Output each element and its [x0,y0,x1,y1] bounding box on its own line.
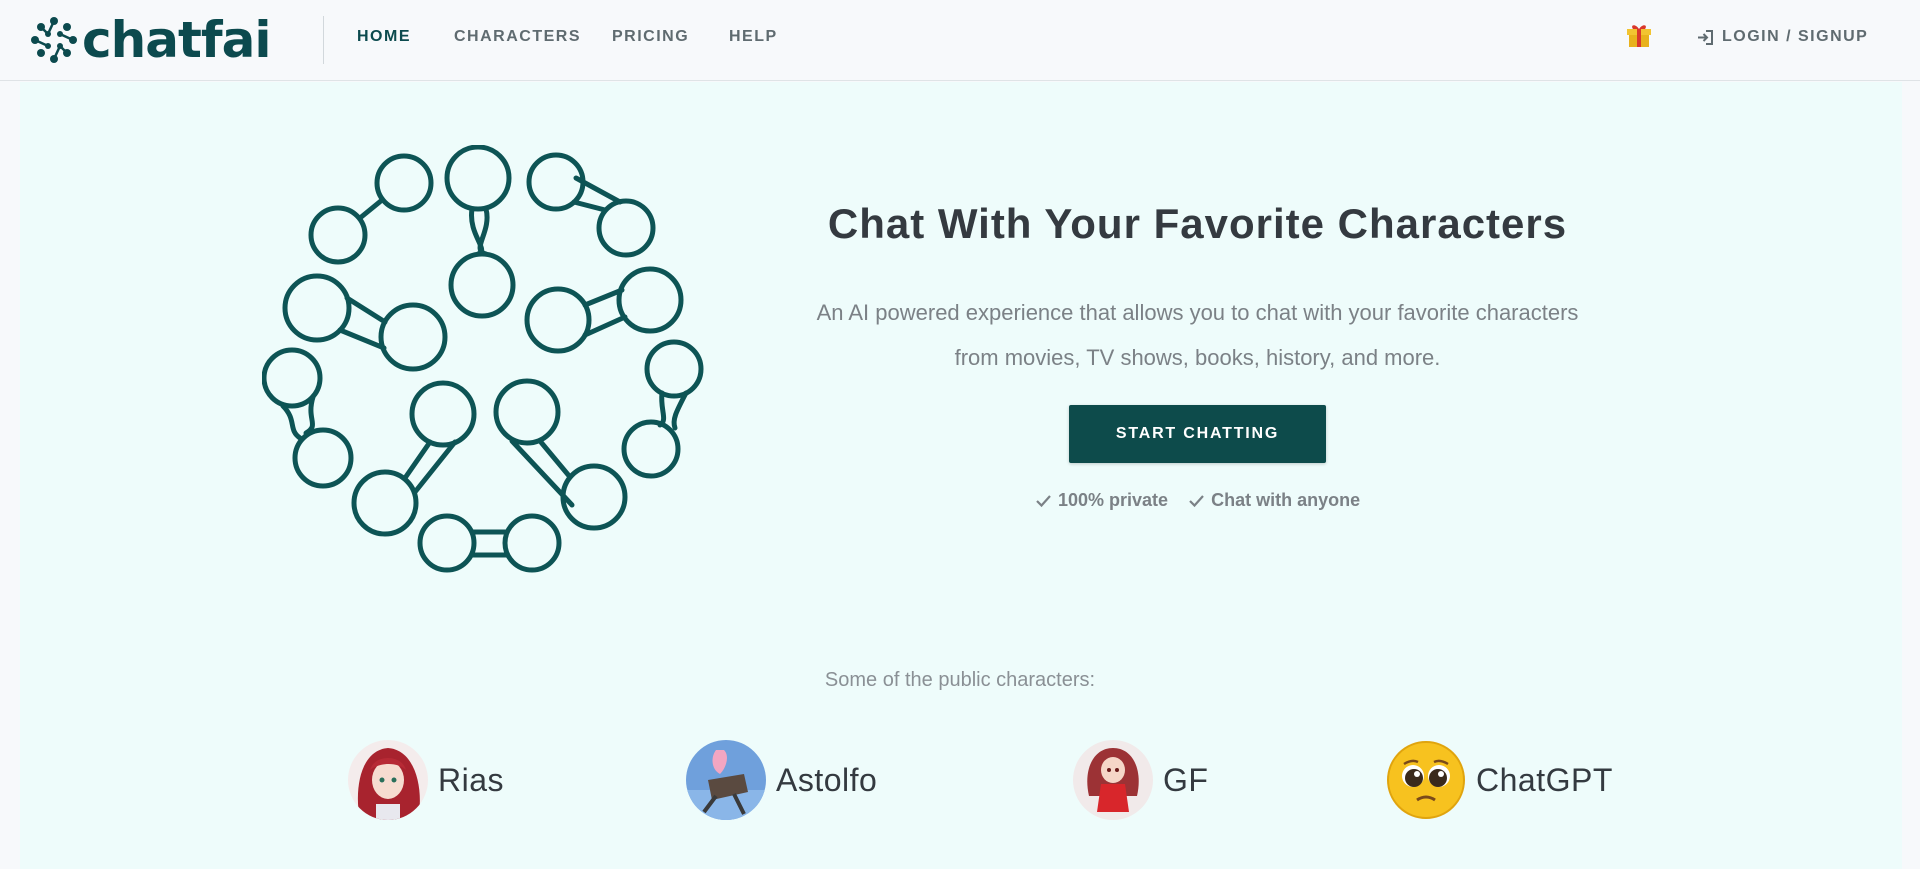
feature-anyone: Chat with anyone [1188,490,1360,511]
chatfai-logo-icon [31,17,77,63]
astolfo-avatar [686,740,766,820]
hero-title: Chat With Your Favorite Characters [827,200,1568,247]
character-card-rias[interactable]: Rias [348,740,504,820]
nav-link-help[interactable]: HELP [729,28,778,46]
feature-list: 100% private Chat with anyone [1035,490,1380,511]
character-name: ChatGPT [1476,761,1613,798]
hero-description-line2: from movies, TV shows, books, history, a… [954,345,1441,370]
nav-link-home[interactable]: HOME [357,28,411,46]
character-name: Astolfo [776,761,878,798]
login-signup-label: LOGIN / SIGNUP [1722,28,1869,45]
nav-link-pricing[interactable]: PRICING [612,28,689,46]
character-name: GF [1163,761,1209,798]
sign-in-icon [1698,29,1713,45]
chatfai-emblem-icon [262,145,704,573]
feature-anyone-label: Chat with anyone [1211,490,1361,510]
brand-name: chatfai [82,11,272,69]
nav-divider [323,16,324,64]
character-card-astolfo[interactable]: Astolfo [686,740,877,820]
brand-logo[interactable]: chatfai [28,11,272,69]
start-chatting-button[interactable]: START CHATTING [1069,405,1326,463]
check-icon [1189,495,1204,508]
gift-icon[interactable] [1626,23,1652,49]
nav-link-characters[interactable]: CHARACTERS [454,28,581,46]
hero-description-line1: An AI powered experience that allows you… [816,300,1579,325]
character-card-chatgpt[interactable]: ChatGPT [1386,740,1613,820]
character-card-gf[interactable]: GF [1073,740,1208,820]
feature-private-label: 100% private [1058,490,1169,510]
feature-private: 100% private [1035,490,1168,511]
character-name: Rias [438,761,505,798]
login-signup-link[interactable]: LOGIN / SIGNUP [1697,28,1868,46]
check-icon [1036,495,1051,508]
public-characters-label: Some of the public characters: [824,669,1096,691]
gf-avatar [1073,740,1153,820]
rias-avatar [348,740,428,820]
pleading-face-emoji-icon [1386,740,1466,820]
top-navbar: chatfai HOME CHARACTERS PRICING HELP LOG… [0,0,1920,81]
hero-description: An AI powered experience that allows you… [780,290,1615,380]
